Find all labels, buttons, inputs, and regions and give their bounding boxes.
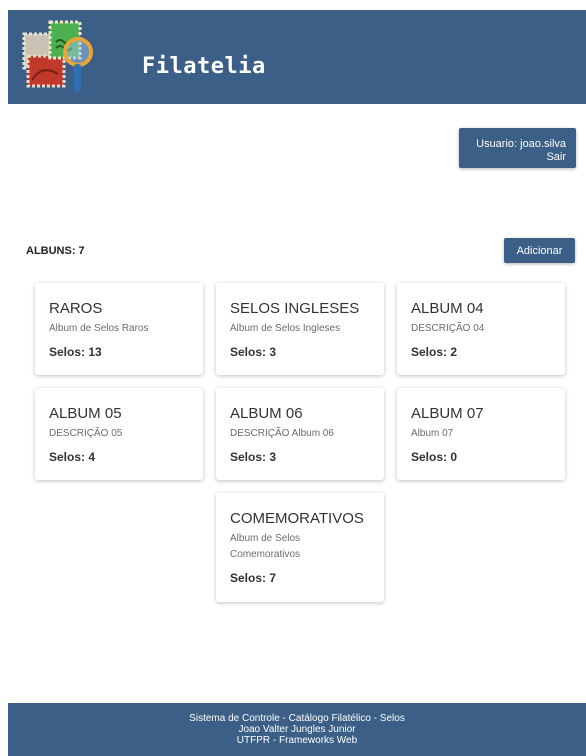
album-card[interactable]: ALBUM 07 Album 07 Selos: 0 <box>397 388 565 480</box>
album-title: ALBUM 06 <box>230 405 303 422</box>
album-description: Album de Selos Raros <box>49 323 149 334</box>
album-stamp-count: Selos: 4 <box>49 450 96 464</box>
album-card[interactable]: COMEMORATIVOS Album de Selos Comemorativ… <box>216 493 384 602</box>
album-title: SELOS INGLESES <box>230 300 360 317</box>
app-title: Filatelia <box>142 54 266 79</box>
album-card[interactable]: RAROS Album de Selos Raros Selos: 13 <box>35 283 203 375</box>
album-description: Album de Selos Comemorativos <box>230 533 301 560</box>
album-description: DESCRIÇÃO 04 <box>411 323 485 334</box>
album-stamp-count: Selos: 3 <box>230 450 277 464</box>
album-card[interactable]: ALBUM 05 DESCRIÇÃO 05 Selos: 4 <box>35 388 203 480</box>
album-card[interactable]: ALBUM 06 DESCRIÇÃO Album 06 Selos: 3 <box>216 388 384 480</box>
add-album-button[interactable]: Adicionar <box>504 238 575 263</box>
footer-system-name: Sistema de Controle - Catálogo Filatélic… <box>189 713 405 724</box>
album-description: Album de Selos Ingleses <box>230 323 341 334</box>
app-header: Filatelia <box>8 10 586 104</box>
album-title: RAROS <box>49 300 103 317</box>
album-card[interactable]: SELOS INGLESES Album de Selos Ingleses S… <box>216 283 384 375</box>
album-description: DESCRIÇÃO 05 <box>49 428 123 439</box>
album-title: ALBUM 04 <box>411 300 484 317</box>
footer-institution: UTFPR - Frameworks Web <box>236 735 358 746</box>
user-menu-button[interactable]: Usuario: joao.silva Sair <box>459 128 576 168</box>
album-card[interactable]: ALBUM 04 DESCRIÇÃO 04 Selos: 2 <box>397 283 565 375</box>
app-footer: Sistema de Controle - Catálogo Filatélic… <box>8 703 586 756</box>
album-stamp-count: Selos: 3 <box>230 345 277 359</box>
album-stamp-count: Selos: 2 <box>411 345 458 359</box>
username-label: Usuario: joao.silva <box>476 138 566 150</box>
footer-author: Joao Valter Jungles Junior <box>238 724 356 735</box>
albums-count: ALBUNS: 7 <box>26 245 85 257</box>
album-stamp-count: Selos: 0 <box>411 450 458 464</box>
logout-label: Sair <box>546 151 566 163</box>
stamp-magnifier-icon <box>22 20 93 92</box>
album-description: Album 07 <box>411 428 454 439</box>
album-title: ALBUM 07 <box>411 405 484 422</box>
album-stamp-count: Selos: 13 <box>49 345 102 359</box>
album-description: DESCRIÇÃO Album 06 <box>230 428 334 439</box>
album-title: ALBUM 05 <box>49 405 122 422</box>
album-title: COMEMORATIVOS <box>230 510 364 527</box>
album-stamp-count: Selos: 7 <box>230 571 277 585</box>
